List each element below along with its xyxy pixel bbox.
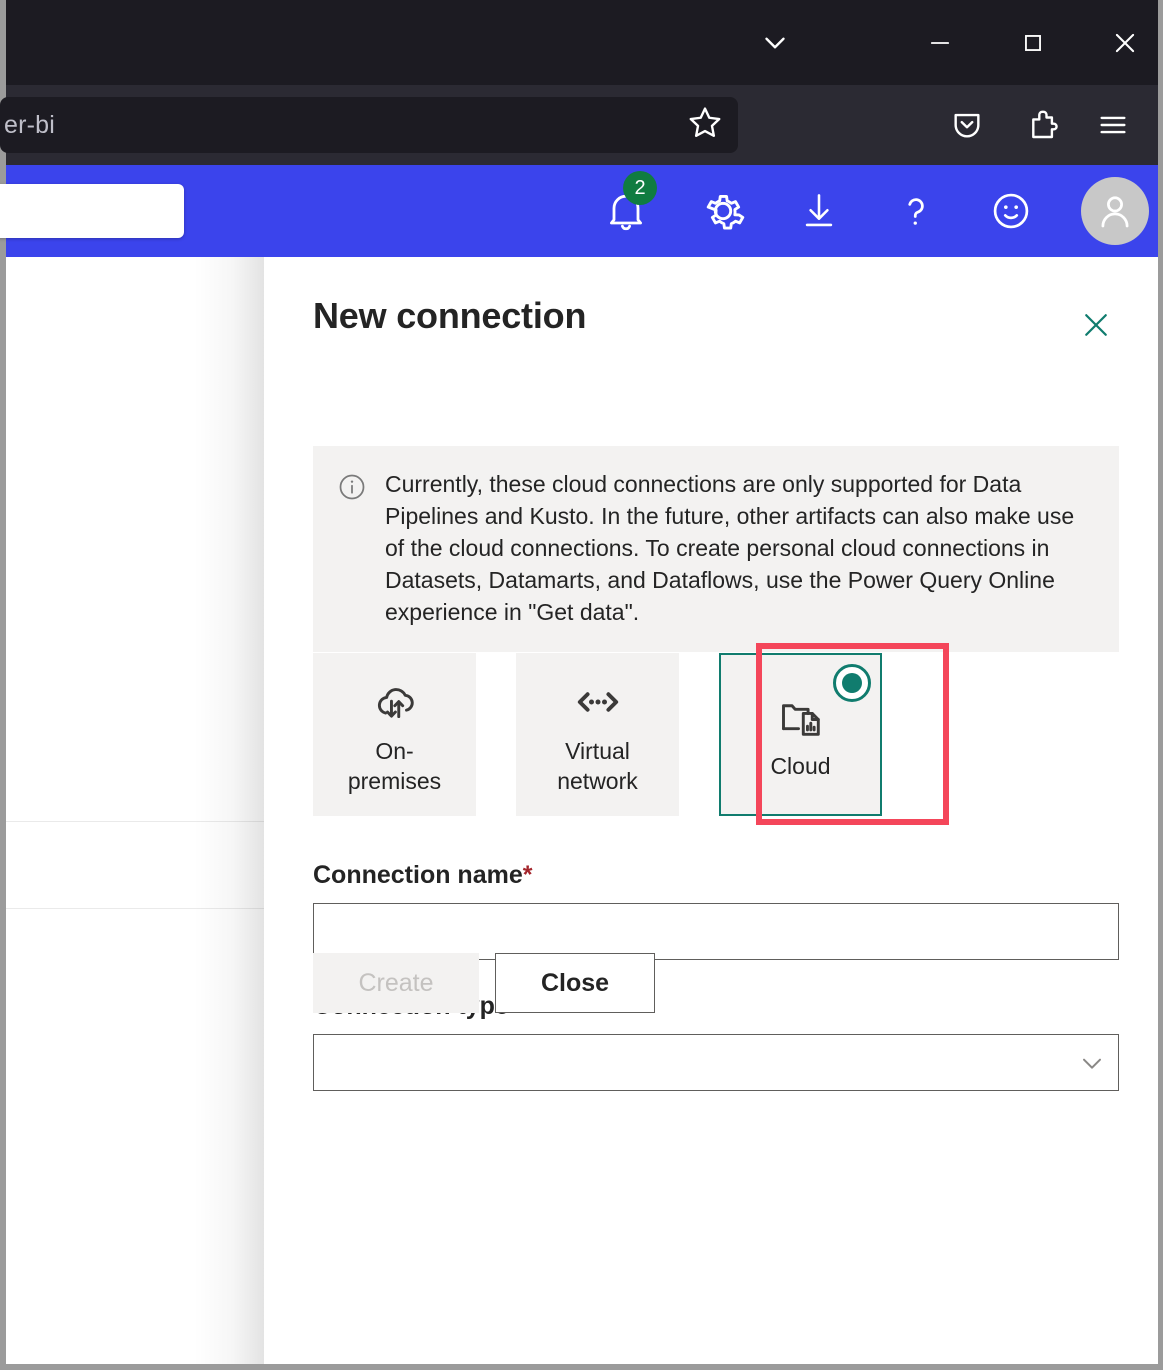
- bookmark-star-icon[interactable]: [686, 104, 724, 147]
- info-icon: [337, 468, 367, 628]
- close-button[interactable]: Close: [495, 953, 655, 1013]
- new-connection-panel: New connection Currently, these cloud co…: [264, 257, 1158, 1364]
- pocket-save-icon[interactable]: [950, 108, 984, 142]
- tab-list-chevron-down-icon[interactable]: [747, 0, 803, 85]
- panel-drop-shadow: [194, 257, 264, 1364]
- app-menu-icon[interactable]: [1096, 108, 1130, 142]
- cloud-sync-icon: [370, 674, 420, 730]
- download-icon[interactable]: [797, 189, 841, 233]
- info-banner: Currently, these cloud connections are o…: [313, 446, 1119, 652]
- help-icon[interactable]: [894, 189, 938, 233]
- window-maximize-icon[interactable]: [1005, 0, 1061, 85]
- connection-name-input[interactable]: [313, 903, 1119, 960]
- gateway-type-tiles: On-premises Virtual network: [313, 653, 882, 816]
- notification-count-badge: 2: [623, 171, 657, 205]
- window-frame-right: [1158, 0, 1163, 1370]
- global-search-input[interactable]: [0, 184, 184, 238]
- feedback-smiley-icon[interactable]: [988, 188, 1034, 234]
- connection-name-label-text: Connection name: [313, 861, 523, 889]
- notifications-bell-icon[interactable]: 2: [602, 187, 650, 235]
- address-bar-text: er-bi: [0, 111, 55, 140]
- gateway-tile-label: Cloud: [770, 751, 830, 781]
- panel-close-icon[interactable]: [1076, 305, 1116, 345]
- gateway-tile-radio-selected[interactable]: [833, 664, 871, 702]
- gateway-tile-label: Virtual network: [533, 736, 663, 796]
- virtual-network-icon: [572, 674, 624, 730]
- app-header-bar: 2: [6, 165, 1158, 257]
- connection-name-label: Connection name*: [313, 861, 532, 890]
- address-bar[interactable]: er-bi: [0, 97, 738, 153]
- account-avatar[interactable]: [1081, 177, 1149, 245]
- extensions-puzzle-icon[interactable]: [1024, 107, 1060, 143]
- app-root: er-bi: [0, 0, 1163, 1370]
- chevron-down-icon[interactable]: [1066, 1047, 1118, 1079]
- window-close-icon[interactable]: [1097, 0, 1153, 85]
- info-banner-text: Currently, these cloud connections are o…: [385, 468, 1095, 628]
- required-asterisk: *: [523, 861, 533, 889]
- window-minimize-icon[interactable]: [912, 0, 968, 85]
- create-button[interactable]: Create: [313, 953, 479, 1013]
- browser-navigation-toolbar: er-bi: [6, 85, 1158, 165]
- gateway-tile-cloud[interactable]: Cloud: [719, 653, 882, 816]
- panel-title: New connection: [313, 295, 586, 337]
- settings-gear-icon[interactable]: [698, 186, 748, 236]
- connection-type-select[interactable]: [313, 1034, 1119, 1091]
- browser-titlebar: [6, 0, 1158, 85]
- cloud-folder-icon: [776, 689, 826, 745]
- gateway-tile-label: On-premises: [330, 736, 460, 796]
- gateway-tile-virtual-network[interactable]: Virtual network: [516, 653, 679, 816]
- window-frame-bottom: [0, 1364, 1163, 1370]
- gateway-tile-on-premises[interactable]: On-premises: [313, 653, 476, 816]
